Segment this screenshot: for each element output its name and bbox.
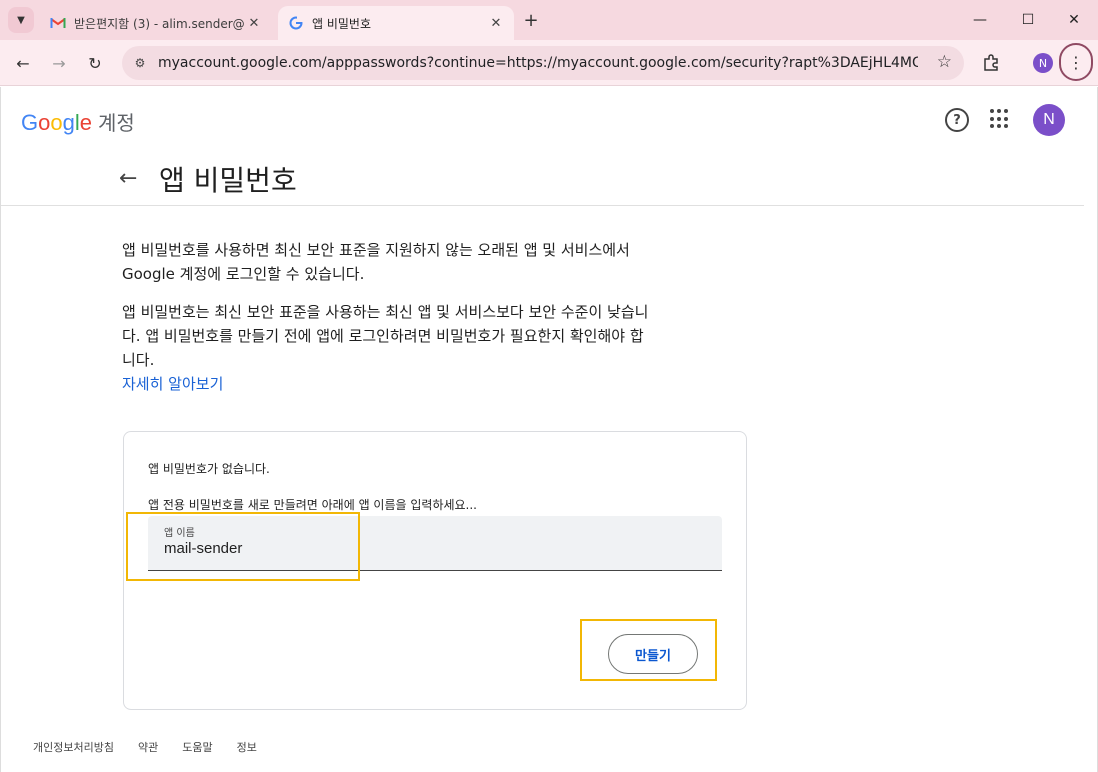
instruction-text: 앱 전용 비밀번호를 새로 만들려면 아래에 앱 이름을 입력하세요... <box>148 498 478 512</box>
close-window-icon[interactable]: ✕ <box>1062 8 1086 32</box>
extensions-icon[interactable] <box>978 50 1004 76</box>
footer-link-privacy[interactable]: 개인정보처리방침 <box>33 739 114 755</box>
reload-icon[interactable]: ↻ <box>82 50 108 76</box>
footer-link-about[interactable]: 정보 <box>237 739 257 755</box>
close-icon[interactable]: ✕ <box>244 13 264 33</box>
divider <box>1 205 1084 206</box>
tab-app-passwords[interactable]: 앱 비밀번호 ✕ <box>278 6 514 40</box>
chevron-down-icon: ▼ <box>17 14 25 26</box>
highlight-box <box>580 619 717 681</box>
description-paragraph-1: 앱 비밀번호를 사용하면 최신 보안 표준을 지원하지 않는 오래된 앱 및 서… <box>122 238 682 286</box>
text-line: Google 계정에 로그인할 수 있습니다. <box>122 265 365 283</box>
gmail-icon <box>50 15 66 31</box>
text-line: 앱 비밀번호를 사용하면 최신 보안 표준을 지원하지 않는 오래된 앱 및 서… <box>122 241 630 259</box>
tab-strip: ▼ 받은편지함 (3) - alim.sender@ ✕ 앱 비밀번호 ✕ + … <box>0 0 1098 40</box>
chrome-menu-icon[interactable]: ⋮ <box>1059 43 1093 81</box>
maximize-icon[interactable]: ☐ <box>1016 8 1040 32</box>
google-account-logo[interactable]: Google 계정 <box>21 107 135 136</box>
help-icon[interactable]: ? <box>945 108 969 132</box>
description-paragraph-2: 앱 비밀번호는 최신 보안 표준을 사용하는 최신 앱 및 서비스보다 보안 수… <box>122 300 682 372</box>
google-apps-icon[interactable] <box>990 109 1010 129</box>
footer-links: 개인정보처리방침 약관 도움말 정보 <box>33 739 257 755</box>
learn-more-link[interactable]: 자세히 알아보기 <box>122 373 223 394</box>
tab-search-button[interactable]: ▼ <box>8 7 34 33</box>
text-line: 니다. <box>122 351 155 369</box>
back-arrow-icon[interactable]: ← <box>119 166 137 191</box>
no-passwords-text: 앱 비밀번호가 없습니다. <box>148 462 270 476</box>
text-line: 다. 앱 비밀번호를 만들기 전에 앱에 로그인하려면 비밀번호가 필요한지 확… <box>122 327 644 345</box>
footer-link-help[interactable]: 도움말 <box>182 739 212 755</box>
close-icon[interactable]: ✕ <box>486 13 506 33</box>
highlight-box <box>126 512 360 581</box>
page-content: Google 계정 ? N ← 앱 비밀번호 앱 비밀번호를 사용하면 최신 보… <box>0 87 1098 772</box>
tab-gmail[interactable]: 받은편지함 (3) - alim.sender@ ✕ <box>40 6 272 40</box>
text-line: 앱 비밀번호는 최신 보안 표준을 사용하는 최신 앱 및 서비스보다 보안 수… <box>122 303 649 321</box>
tab-title: 받은편지함 (3) - alim.sender@ <box>74 16 244 31</box>
account-avatar[interactable]: N <box>1033 104 1065 136</box>
minimize-icon[interactable]: — <box>968 8 992 32</box>
footer-link-terms[interactable]: 약관 <box>138 739 158 755</box>
page-title: 앱 비밀번호 <box>159 164 297 197</box>
google-icon <box>288 15 304 31</box>
site-info-icon[interactable]: ⚙ <box>128 51 152 75</box>
address-bar[interactable]: ⚙ myaccount.google.com/apppasswords?cont… <box>122 46 964 80</box>
new-tab-button[interactable]: + <box>520 9 542 31</box>
bookmark-star-icon[interactable]: ☆ <box>937 52 952 72</box>
tab-title: 앱 비밀번호 <box>312 16 372 31</box>
forward-icon[interactable]: → <box>46 50 72 76</box>
profile-avatar[interactable]: N <box>1033 53 1053 73</box>
google-logo: Google <box>21 110 93 135</box>
url-text[interactable]: myaccount.google.com/apppasswords?contin… <box>158 55 918 71</box>
back-icon[interactable]: ← <box>10 50 36 76</box>
account-label: 계정 <box>98 113 135 135</box>
browser-toolbar: ← → ↻ ⚙ myaccount.google.com/apppassword… <box>0 40 1098 86</box>
